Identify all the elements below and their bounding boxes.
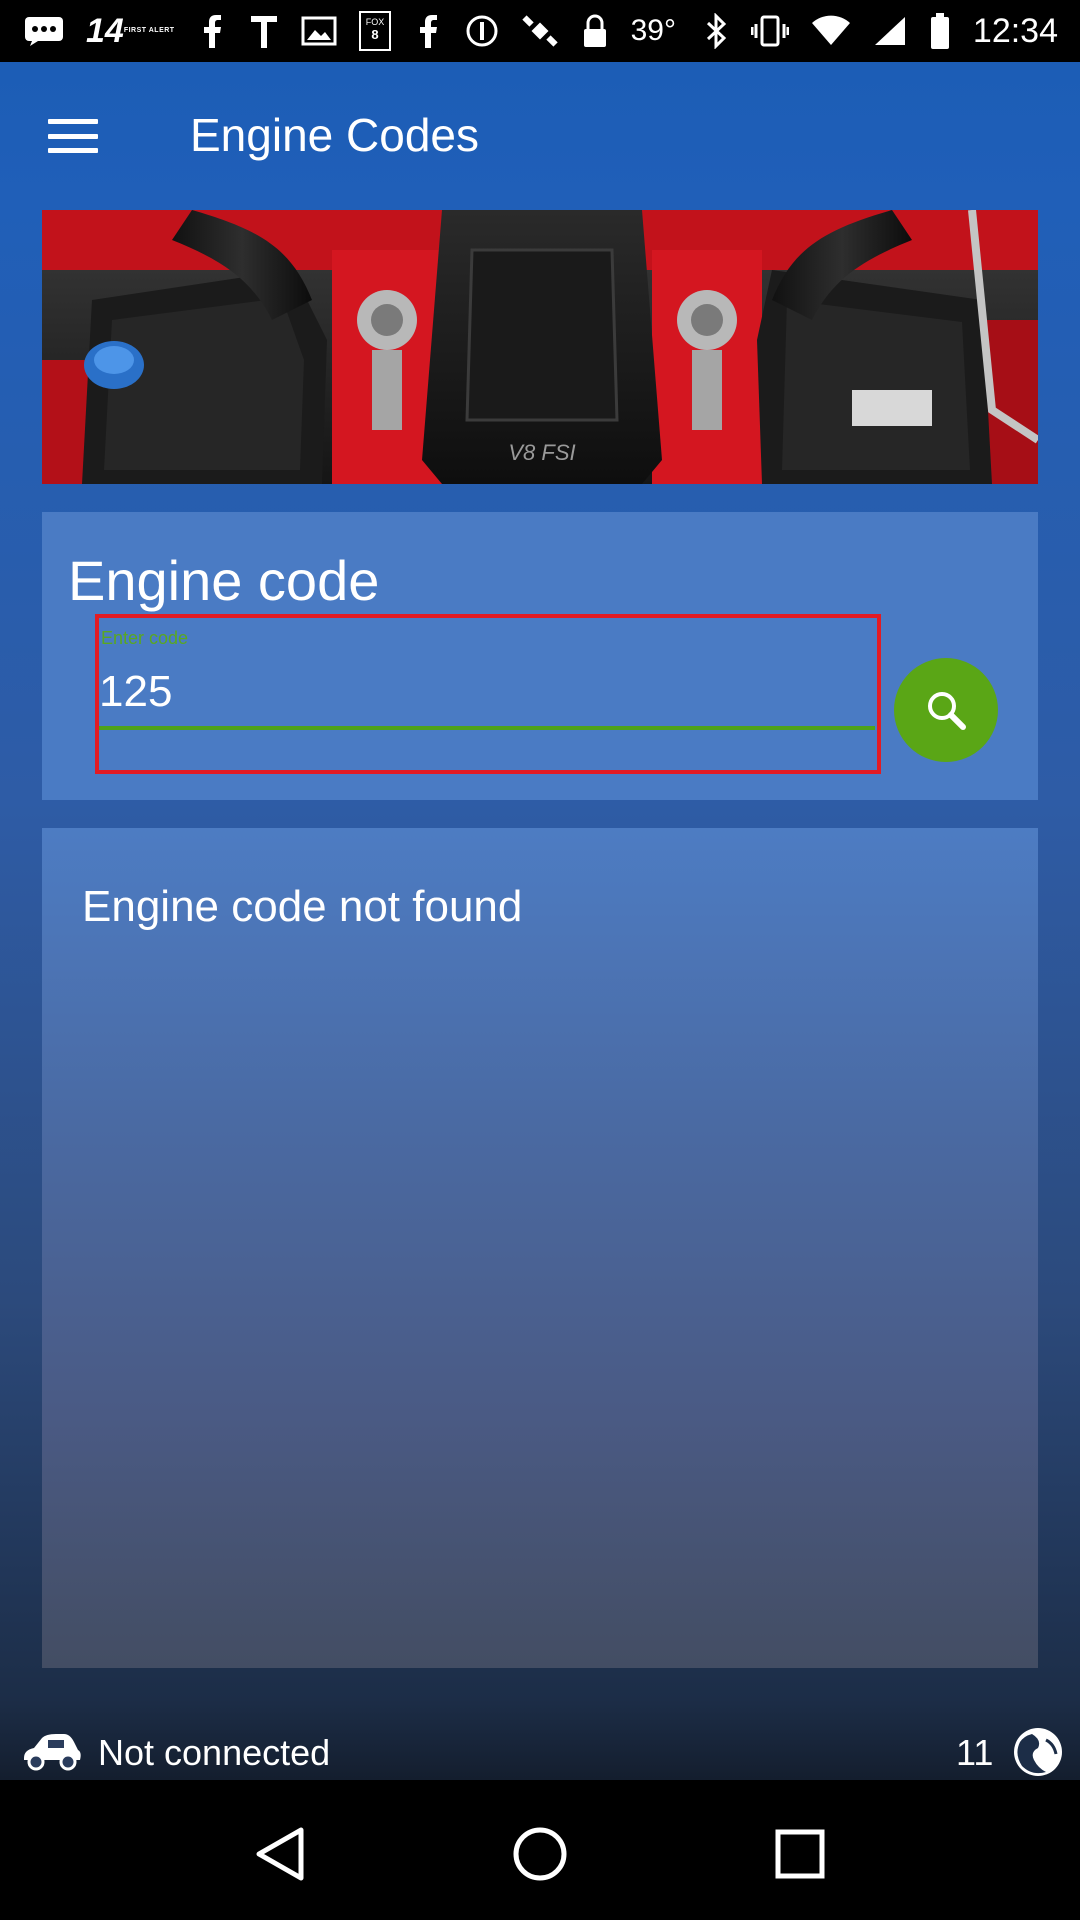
search-button[interactable] bbox=[894, 658, 998, 762]
result-message: Engine code not found bbox=[82, 882, 523, 931]
engine-hero-image: V8 FSI bbox=[42, 210, 1038, 484]
code-input-container: Enter code bbox=[95, 614, 881, 774]
engine-code-search-card: Engine code Enter code bbox=[42, 512, 1038, 800]
result-card: Engine code not found bbox=[42, 828, 1038, 1668]
clock-text: 12:34 bbox=[972, 11, 1058, 50]
home-icon bbox=[513, 1827, 567, 1881]
connection-count: 11 bbox=[956, 1732, 994, 1773]
battery-icon bbox=[929, 11, 951, 51]
temperature-text: 39° bbox=[630, 14, 676, 47]
lock-icon bbox=[581, 11, 609, 51]
search-icon bbox=[928, 692, 966, 730]
svg-text:FOX: FOX bbox=[365, 17, 384, 27]
facebook-icon bbox=[197, 11, 227, 51]
home-button[interactable] bbox=[505, 1819, 575, 1889]
facebook-icon bbox=[413, 11, 443, 51]
channel-14-icon: 14 FIRST ALERT bbox=[86, 12, 175, 50]
car-icon bbox=[24, 1734, 81, 1771]
status-bar-left: 14 FIRST ALERT FOX 8 39° bbox=[24, 11, 676, 51]
image-icon bbox=[301, 11, 337, 51]
app-title: Engine Codes bbox=[190, 109, 479, 161]
globe-icon[interactable] bbox=[1012, 1726, 1064, 1778]
back-button[interactable] bbox=[245, 1819, 315, 1889]
input-label: Enter code bbox=[101, 628, 189, 648]
connection-status-bar: Not connected 11 bbox=[0, 1716, 1080, 1788]
satellite-icon bbox=[521, 11, 559, 51]
circle-icon bbox=[465, 11, 499, 51]
svg-text:V8 FSI: V8 FSI bbox=[508, 440, 575, 465]
vibrate-icon bbox=[750, 11, 789, 51]
card-title: Engine code bbox=[68, 549, 380, 612]
recents-button[interactable] bbox=[765, 1819, 835, 1889]
message-icon bbox=[24, 11, 64, 51]
status-bar: 14 FIRST ALERT FOX 8 39° 12:34 bbox=[0, 0, 1080, 62]
hamburger-menu-icon[interactable] bbox=[44, 112, 102, 160]
connection-status-text: Not connected bbox=[98, 1732, 331, 1773]
code-input[interactable] bbox=[99, 658, 875, 730]
wifi-icon bbox=[811, 11, 851, 51]
bluetooth-icon bbox=[705, 11, 729, 51]
fox8-icon: FOX 8 bbox=[358, 11, 391, 51]
status-bar-right: 12:34 bbox=[705, 11, 1058, 51]
svg-text:8: 8 bbox=[371, 27, 378, 42]
app-bar: Engine Codes bbox=[0, 62, 1080, 210]
news-icon bbox=[249, 11, 279, 51]
recents-icon bbox=[775, 1829, 825, 1879]
signal-icon bbox=[873, 11, 907, 51]
system-nav-bar bbox=[0, 1788, 1080, 1920]
back-icon bbox=[256, 1827, 304, 1881]
